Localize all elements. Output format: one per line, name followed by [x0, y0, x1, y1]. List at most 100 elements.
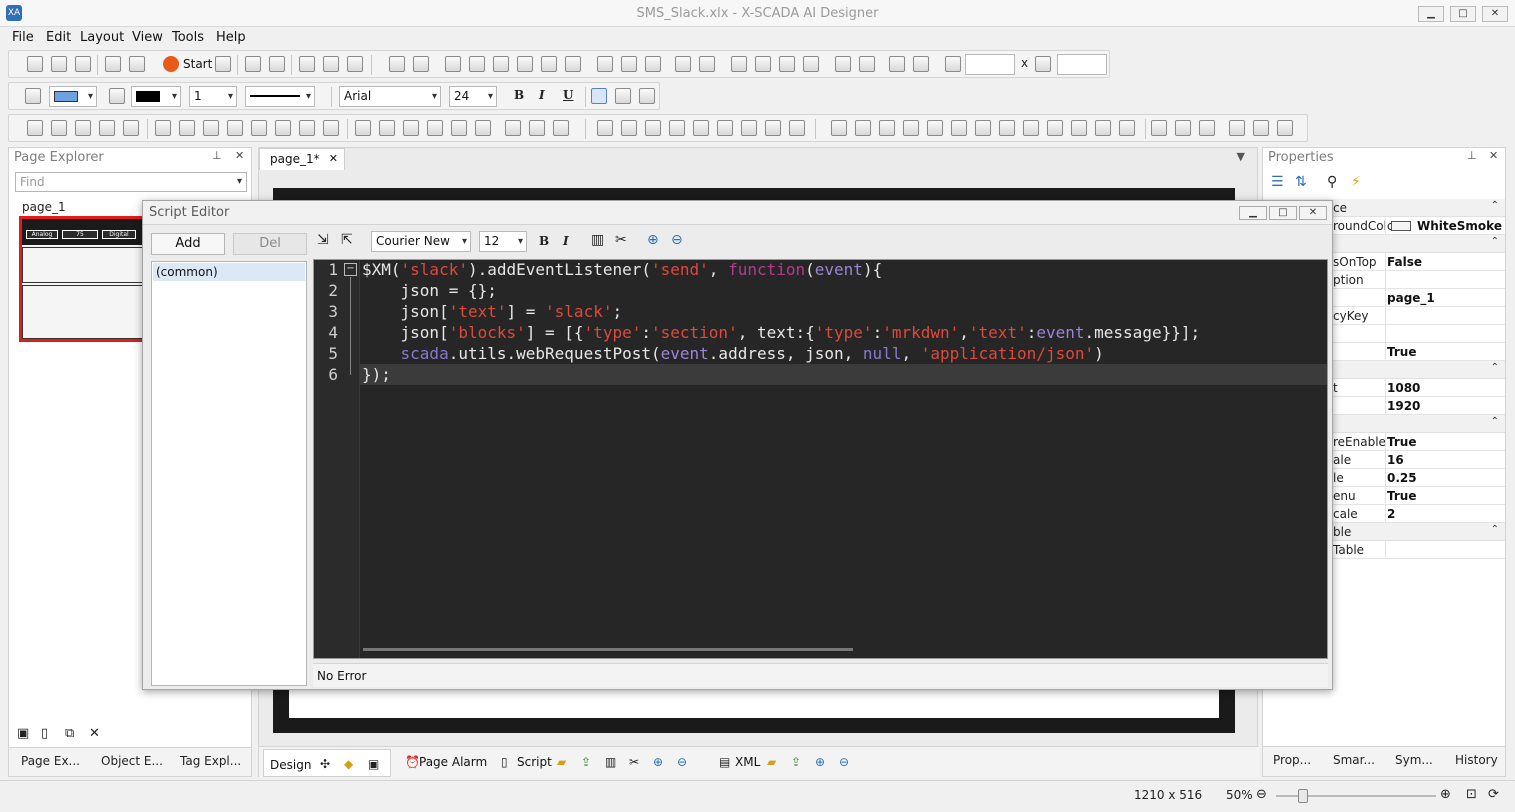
property-pages-icon[interactable]: ⚲	[1327, 174, 1337, 190]
collapse-chevron-icon[interactable]: ⌃	[1491, 362, 1499, 373]
tag-icon[interactable]: ◆	[344, 757, 353, 771]
area-chart-icon[interactable]	[1253, 120, 1269, 136]
send-backward-icon[interactable]	[803, 56, 819, 72]
width-input[interactable]	[965, 54, 1015, 75]
same-size-icon[interactable]	[645, 56, 661, 72]
image-icon[interactable]	[355, 120, 371, 136]
text-align-left-icon[interactable]	[591, 88, 607, 104]
xml-zoom-in-icon[interactable]: ⊕	[815, 755, 825, 769]
video-icon[interactable]	[451, 120, 467, 136]
report-icon[interactable]	[1175, 120, 1191, 136]
rectangle-icon[interactable]	[179, 120, 195, 136]
hexagon-icon[interactable]	[227, 120, 243, 136]
code-editor[interactable]: 1 2 3 4 5 6 − $XM('slack').addEventListe…	[313, 259, 1328, 659]
ungroup-icon[interactable]	[413, 56, 429, 72]
fit-page-icon[interactable]: ⊡	[1466, 787, 1477, 802]
flip-h-icon[interactable]	[835, 56, 851, 72]
arc-icon[interactable]	[123, 120, 139, 136]
polyline-icon[interactable]	[51, 120, 67, 136]
flip-v-icon[interactable]	[859, 56, 875, 72]
settings-run-icon[interactable]	[215, 56, 231, 72]
rotate-left-icon[interactable]	[889, 56, 905, 72]
label-control-icon[interactable]	[831, 120, 847, 136]
shield-icon[interactable]	[1023, 120, 1039, 136]
frame-icon[interactable]	[975, 120, 991, 136]
sound-icon[interactable]	[427, 120, 443, 136]
script-italic-button[interactable]: I	[563, 234, 569, 248]
menu-layout[interactable]: Layout	[80, 30, 124, 45]
columns-icon[interactable]: ▥	[605, 755, 616, 769]
script-close-button[interactable]: ✕	[1299, 206, 1327, 220]
trend-box-icon[interactable]	[645, 120, 661, 136]
italic-button[interactable]: I	[539, 88, 545, 102]
tab-xml[interactable]: XML	[735, 755, 760, 769]
picture-icon[interactable]: ▣	[368, 757, 379, 771]
maximize-button[interactable]: □	[1450, 6, 1476, 22]
zoom-in-button[interactable]: ⊕	[1440, 787, 1451, 802]
motor-icon[interactable]	[741, 120, 757, 136]
redo-icon[interactable]	[269, 56, 285, 72]
text-align-center-icon[interactable]	[615, 88, 631, 104]
page-thumbnail[interactable]: Analog 75 Digital	[19, 216, 149, 342]
xml-icon[interactable]: ▤	[719, 755, 730, 769]
script-minimize-button[interactable]: ▁	[1239, 206, 1267, 220]
same-width-icon[interactable]	[597, 56, 613, 72]
tab-design[interactable]: Design ✣ ◆ ▣	[263, 749, 391, 777]
design-tool-icon[interactable]: ✣	[320, 757, 330, 771]
new-file-icon[interactable]	[27, 56, 43, 72]
tab-list-chevron-icon[interactable]: ▼	[1237, 150, 1245, 163]
zoom-out-icon[interactable]: ⊖	[677, 755, 687, 769]
pyramid-icon[interactable]	[553, 120, 569, 136]
camera-icon[interactable]	[475, 120, 491, 136]
line-icon[interactable]	[27, 120, 43, 136]
valve-icon[interactable]	[789, 120, 805, 136]
tab-properties[interactable]: Prop...	[1273, 753, 1311, 767]
script-bold-button[interactable]: B	[539, 234, 549, 248]
list-icon[interactable]	[951, 120, 967, 136]
undo-icon[interactable]	[245, 56, 261, 72]
bold-button[interactable]: B	[514, 88, 524, 102]
table-icon[interactable]	[1199, 120, 1215, 136]
export-script-icon[interactable]: ⇪	[581, 755, 591, 769]
tab-tag-explorer[interactable]: Tag Expl...	[180, 754, 241, 768]
menu-help[interactable]: Help	[216, 30, 246, 45]
open-folder-icon[interactable]	[51, 56, 67, 72]
fill-color-dropdown[interactable]	[49, 86, 97, 107]
align-left-icon[interactable]	[445, 56, 461, 72]
add-script-button[interactable]: Add	[151, 233, 225, 255]
building-icon[interactable]	[597, 120, 613, 136]
menu-view[interactable]: View	[132, 30, 163, 45]
tree-icon[interactable]	[505, 120, 521, 136]
send-back-icon[interactable]	[755, 56, 771, 72]
zoom-out-button[interactable]: ⊖	[1256, 787, 1267, 802]
arc-shape-icon[interactable]	[323, 120, 339, 136]
zoom-slider-thumb[interactable]	[1298, 789, 1308, 803]
events-icon[interactable]: ⚡	[1351, 174, 1361, 190]
line-chart-icon[interactable]	[1229, 120, 1245, 136]
text-align-right-icon[interactable]	[639, 88, 655, 104]
circle-icon[interactable]	[251, 120, 267, 136]
properties-close-icon[interactable]: ✕	[1489, 149, 1498, 162]
network-icon[interactable]	[1071, 120, 1087, 136]
bring-front-icon[interactable]	[731, 56, 747, 72]
pie-chart-icon[interactable]	[529, 120, 545, 136]
bar-chart-icon[interactable]	[1277, 120, 1293, 136]
tab-history[interactable]: History	[1455, 753, 1498, 767]
script-maximize-button[interactable]: □	[1269, 206, 1297, 220]
zoom-in-icon[interactable]: ⊕	[653, 755, 663, 769]
cut-icon[interactable]	[299, 56, 315, 72]
line-width-dropdown[interactable]: 1	[189, 86, 237, 107]
bring-forward-icon[interactable]	[779, 56, 795, 72]
calendar-icon[interactable]	[927, 120, 943, 136]
save-all-icon[interactable]	[105, 56, 121, 72]
font-name-dropdown[interactable]: Arial	[339, 86, 441, 107]
script-size-dropdown[interactable]: 12	[479, 231, 527, 252]
tab-script[interactable]: Script	[517, 755, 552, 769]
open-xml-icon[interactable]: ▰	[767, 755, 776, 769]
sort-az-icon[interactable]: ⇅	[1295, 174, 1307, 190]
import-icon[interactable]: ⇲	[317, 232, 329, 248]
panel-icon[interactable]	[621, 120, 637, 136]
group-icon[interactable]	[389, 56, 405, 72]
distribute-v-icon[interactable]	[699, 56, 715, 72]
script-zoom-in-icon[interactable]: ⊕	[647, 232, 659, 248]
